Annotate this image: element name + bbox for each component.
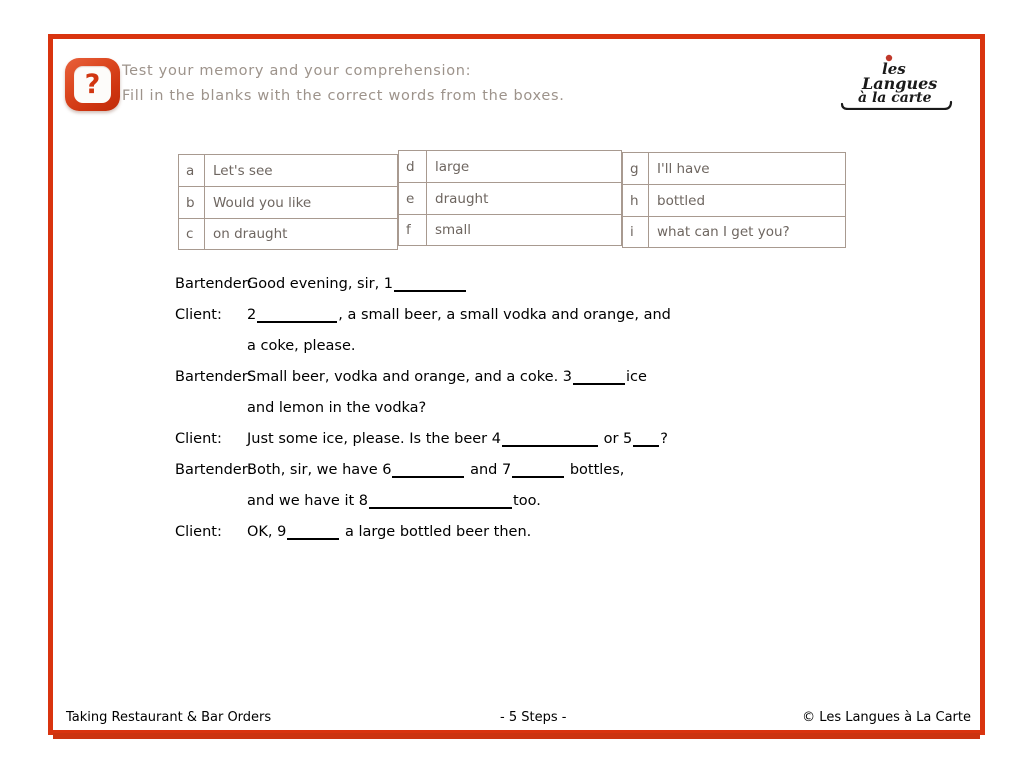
dialogue-line: Client: 2 , a small beer, a small vodka an… <box>175 307 965 338</box>
dialogue-line: and we have it 8 too. <box>175 493 965 524</box>
slide-footer: Taking Restaurant & Bar Orders - 5 Steps… <box>60 710 975 730</box>
word-bank-word: bottled <box>657 192 706 209</box>
dialogue-text-run: Both, sir, we have 6 <box>247 462 392 478</box>
word-bank-word: on draught <box>213 226 288 242</box>
word-bank-row: d large <box>398 150 622 182</box>
dialogue-text-run: and 7 <box>465 462 512 478</box>
word-bank-row: e draught <box>398 182 622 214</box>
dialogue-text: 2 , a small beer, a small vodka and orang… <box>247 307 671 323</box>
word-bank-row: f small <box>398 214 622 246</box>
word-bank-letter: f <box>399 215 427 245</box>
word-bank-letter: g <box>623 153 649 184</box>
dialogue-speaker: Client: <box>175 307 222 323</box>
dialogue-text-run: and lemon in the vodka? <box>247 400 427 416</box>
dialogue-text-run: 2 <box>247 307 257 323</box>
dialogue-text: OK, 9 a large bottled beer then. <box>247 524 531 540</box>
dialogue-text: Good evening, sir, 1 <box>247 276 467 292</box>
dialogue-text-run: Small beer, vodka and orange, and a coke… <box>247 369 573 385</box>
footer-title: Taking Restaurant & Bar Orders <box>66 710 272 725</box>
answer-blank-8[interactable] <box>369 494 513 509</box>
word-bank-group: g I'll have h bottled i what can I get you? <box>622 152 846 248</box>
dialogue-line: a coke, please. <box>175 338 965 369</box>
dialogue-line: Bartender: Both, sir, we have 6 and 7 bot… <box>175 462 965 493</box>
word-bank-row: h bottled <box>622 184 846 216</box>
word-bank-letter: c <box>179 219 205 249</box>
dialogue-text-run: too. <box>513 493 541 509</box>
dialogue-text: and lemon in the vodka? <box>247 400 426 416</box>
word-bank-letter: a <box>179 155 205 186</box>
dialogue-speaker: Client: <box>175 431 222 447</box>
dialogue-text-run: Good evening, sir, 1 <box>247 276 394 292</box>
word-bank-letter: b <box>179 187 205 218</box>
dialogue-speaker: Bartender: <box>175 462 253 478</box>
answer-blank-4[interactable] <box>501 432 598 447</box>
question-mark-badge-icon: ? <box>65 58 120 111</box>
answer-blank-9[interactable] <box>287 525 340 540</box>
word-bank-word: large <box>435 158 470 175</box>
word-bank-row: a Let's see <box>178 154 398 186</box>
logo-text-a-la-carte: à la carte <box>858 90 932 106</box>
dialogue-text: and we have it 8 too. <box>247 493 541 509</box>
word-bank-row: i what can I get you? <box>622 216 846 248</box>
dialogue-line: Bartender: Small beer, vodka and orange, … <box>175 369 965 400</box>
dialogue-text-run: or 5 <box>598 431 633 447</box>
dialogue-exercise: Bartender: Good evening, sir, 1 Client: 2, … <box>175 276 965 555</box>
word-bank-row: g I'll have <box>622 152 846 184</box>
dialogue-text-run: OK, 9 <box>247 524 287 540</box>
dialogue-text-run: a coke, please. <box>247 338 356 354</box>
word-bank-word: Let's see <box>213 162 273 179</box>
instruction-line-2: Fill in the blanks with the correct word… <box>122 88 565 104</box>
answer-blank-7[interactable] <box>512 463 565 478</box>
word-bank-word: I'll have <box>657 160 710 177</box>
dialogue-speaker: Bartender: <box>175 276 253 292</box>
word-bank-group: d large e draught f small <box>398 150 622 246</box>
dialogue-text-run: and we have it 8 <box>247 493 369 509</box>
badge-inner-square: ? <box>74 66 111 103</box>
answer-blank-3[interactable] <box>573 370 626 385</box>
word-bank-letter: h <box>623 185 649 216</box>
footer-copyright: © Les Langues à La Carte <box>802 710 971 725</box>
dialogue-line: and lemon in the vodka? <box>175 400 965 431</box>
word-bank-word: Would you like <box>213 194 312 211</box>
les-langues-a-la-carte-logo: les Langues à la carte <box>832 52 962 110</box>
dialogue-text: Both, sir, we have 6 and 7 bottles, <box>247 462 624 478</box>
answer-blank-6[interactable] <box>392 463 465 478</box>
footer-rule <box>53 733 980 739</box>
dialogue-text-run: ice <box>626 369 647 385</box>
word-bank-letter: e <box>399 183 427 214</box>
word-bank-table: a Let's see b Would you like c on draught d la… <box>178 150 846 250</box>
answer-blank-5[interactable] <box>633 432 660 447</box>
dialogue-line: Client: Just some ice, please. Is the bee… <box>175 431 965 462</box>
dialogue-speaker: Bartender: <box>175 369 253 385</box>
word-bank-group: a Let's see b Would you like c on draught <box>178 154 398 250</box>
dialogue-text-run: a large bottled beer then. <box>340 524 532 540</box>
logo-artwork: les Langues à la carte <box>840 54 953 110</box>
footer-step-count: - 5 Steps - <box>500 710 567 725</box>
answer-blank-2[interactable] <box>257 308 338 323</box>
word-bank-row: c on draught <box>178 218 398 250</box>
dialogue-text-run: bottles, <box>565 462 625 478</box>
dialogue-line: Client: OK, 9 a large bottled beer then. <box>175 524 965 555</box>
dialogue-text-run: Just some ice, please. Is the beer 4 <box>247 431 501 447</box>
dialogue-line: Bartender: Good evening, sir, 1 <box>175 276 965 307</box>
word-bank-row: b Would you like <box>178 186 398 218</box>
word-bank-word: small <box>435 222 471 238</box>
dialogue-speaker: Client: <box>175 524 222 540</box>
instruction-line-1: Test your memory and your comprehension: <box>122 63 472 79</box>
dialogue-text: a coke, please. <box>247 338 355 354</box>
word-bank-word: what can I get you? <box>657 224 790 240</box>
answer-blank-1[interactable] <box>394 277 467 292</box>
word-bank-word: draught <box>435 190 489 207</box>
dialogue-text-run: ? <box>660 431 668 447</box>
dialogue-text: Small beer, vodka and orange, and a coke… <box>247 369 647 385</box>
dialogue-text: Just some ice, please. Is the beer 4 or … <box>247 431 668 447</box>
word-bank-letter: d <box>399 151 427 182</box>
word-bank-letter: i <box>623 217 649 247</box>
question-mark-glyph: ? <box>84 68 101 100</box>
dialogue-text-run: , a small beer, a small vodka and orange… <box>338 307 671 323</box>
